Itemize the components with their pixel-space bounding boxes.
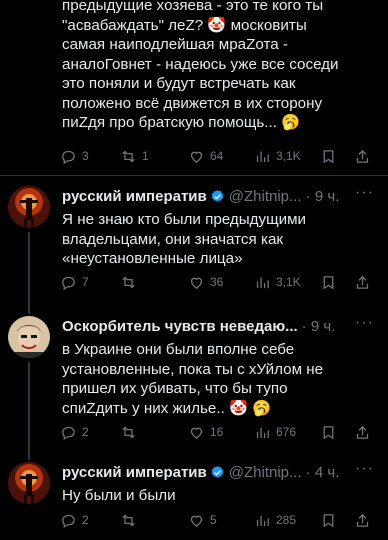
more-options-icon[interactable]: ··· — [355, 460, 374, 478]
views-icon — [256, 151, 269, 162]
views-button[interactable]: 3,1K — [254, 148, 301, 165]
avatar[interactable] — [8, 186, 50, 228]
like-count: 5 — [210, 513, 217, 527]
views-icon — [256, 277, 269, 288]
bookmark-icon — [323, 425, 334, 439]
views-button[interactable]: 3,1K — [254, 274, 301, 291]
repost-icon — [122, 276, 135, 288]
reply-icon — [62, 276, 75, 290]
like-button[interactable]: 16 — [188, 424, 223, 441]
repost-icon — [122, 150, 135, 162]
thread-line — [28, 302, 30, 314]
thread-line — [28, 362, 30, 448]
reply-count: 2 — [82, 513, 89, 527]
bookmark-icon — [323, 149, 334, 163]
like-count: 36 — [210, 275, 224, 289]
share-button[interactable] — [354, 512, 371, 529]
share-button[interactable] — [354, 148, 371, 165]
views-button[interactable]: 285 — [254, 512, 296, 529]
reply-count: 2 — [82, 425, 89, 439]
bookmark-icon — [323, 513, 334, 527]
repost-icon — [122, 514, 135, 526]
avatar-image — [8, 186, 50, 228]
views-icon — [256, 515, 269, 526]
reply-button[interactable]: 2 — [60, 512, 89, 529]
tweet-3[interactable]: Оскорбитель чувств неведаю... · 9 ч. ···… — [0, 302, 388, 448]
views-count: 3,1K — [276, 149, 301, 163]
reply-button[interactable]: 2 — [60, 424, 89, 441]
bookmark-button[interactable] — [320, 424, 337, 441]
reply-count: 7 — [82, 275, 89, 289]
author-handle[interactable]: @Zhitnip... · 4 ч. — [229, 464, 340, 481]
tweet-2[interactable]: русский императив @Zhitnip... · 9 ч. ···… — [0, 176, 388, 302]
reply-icon — [62, 426, 75, 440]
like-button[interactable]: 36 — [188, 274, 223, 291]
heart-icon — [190, 515, 203, 527]
tweet-text: Я не знаю кто были предыдущими владельца… — [62, 211, 307, 267]
avatar[interactable] — [8, 316, 50, 358]
views-icon — [256, 427, 269, 438]
bookmark-button[interactable] — [320, 148, 337, 165]
repost-count: 1 — [142, 149, 149, 163]
thread-line — [28, 448, 30, 460]
views-count: 676 — [276, 425, 297, 439]
thread-line — [28, 0, 30, 176]
views-button[interactable]: 676 — [254, 424, 296, 441]
reply-button[interactable]: 3 — [60, 148, 89, 165]
avatar-image — [8, 462, 50, 504]
reply-count: 3 — [82, 149, 89, 163]
more-options-icon[interactable]: ··· — [355, 314, 374, 332]
author-handle[interactable]: · 9 ч. — [302, 318, 336, 335]
share-icon — [356, 425, 369, 439]
share-icon — [356, 275, 369, 289]
heart-icon — [190, 427, 203, 439]
bookmark-icon — [323, 275, 334, 289]
like-count: 16 — [210, 425, 224, 439]
avatar[interactable] — [8, 462, 50, 504]
repost-button[interactable]: 1 — [120, 148, 149, 165]
tweet-text: в Украине они были вполне себе установле… — [62, 341, 324, 417]
like-button[interactable]: 5 — [188, 512, 217, 529]
heart-icon — [190, 277, 203, 289]
heart-icon — [190, 151, 203, 163]
author-handle[interactable]: @Zhitnip... · 9 ч. — [229, 188, 340, 205]
reply-icon — [62, 514, 75, 528]
thread-line — [28, 232, 30, 302]
bookmark-button[interactable] — [320, 512, 337, 529]
views-count: 285 — [276, 513, 297, 527]
author-name[interactable]: русский императив — [62, 188, 207, 205]
repost-button[interactable] — [120, 512, 142, 529]
repost-button[interactable] — [120, 424, 142, 441]
verified-badge-icon — [211, 189, 224, 202]
share-icon — [356, 513, 369, 527]
author-name[interactable]: Оскорбитель чувств неведаю... — [62, 318, 298, 335]
avatar-image — [8, 316, 50, 358]
tweet-text: Ну были и были — [62, 487, 176, 504]
tweet-4[interactable]: русский императив @Zhitnip... · 4 ч. ···… — [0, 448, 388, 540]
like-count: 64 — [210, 149, 224, 163]
verified-badge-icon — [211, 465, 224, 478]
tweet-text: предыдущие хозяева - это те кого ты "асв… — [62, 0, 339, 131]
tweet-1[interactable]: предыдущие хозяева - это те кого ты "асв… — [0, 0, 388, 176]
more-options-icon[interactable]: ··· — [355, 184, 374, 202]
repost-icon — [122, 426, 135, 438]
reply-button[interactable]: 7 — [60, 274, 89, 291]
reply-icon — [62, 150, 75, 164]
share-button[interactable] — [354, 274, 371, 291]
bookmark-button[interactable] — [320, 274, 337, 291]
share-icon — [356, 149, 369, 163]
views-count: 3,1K — [276, 275, 301, 289]
repost-button[interactable] — [120, 274, 142, 291]
author-name[interactable]: русский императив — [62, 464, 207, 481]
share-button[interactable] — [354, 424, 371, 441]
like-button[interactable]: 64 — [188, 148, 223, 165]
